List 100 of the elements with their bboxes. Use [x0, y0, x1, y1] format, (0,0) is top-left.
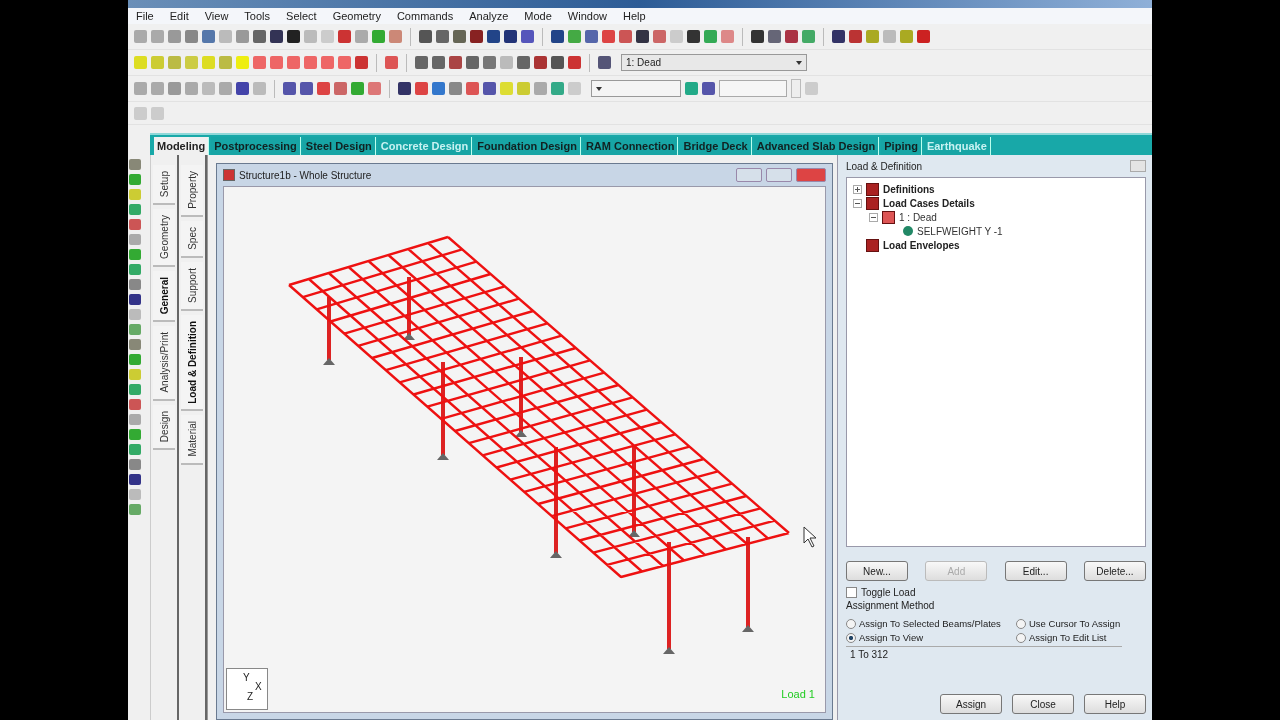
toolbar-icon[interactable] — [436, 30, 449, 43]
tree-item[interactable]: Load Cases Details — [883, 197, 975, 209]
toolbar-icon[interactable] — [129, 474, 141, 485]
load-case-dropdown[interactable]: 1: Dead — [621, 54, 807, 71]
tab[interactable]: Piping — [881, 137, 922, 155]
menu-item[interactable]: View — [196, 10, 237, 22]
tree-item[interactable]: Definitions — [883, 183, 935, 195]
toolbar-icon[interactable] — [398, 82, 411, 95]
toolbar-icon[interactable] — [449, 56, 462, 69]
menu-item[interactable]: Help — [614, 10, 654, 22]
side-tab[interactable]: Analysis/Print — [153, 326, 175, 401]
toolbar-icon[interactable] — [202, 30, 215, 43]
toolbar-icon[interactable] — [432, 82, 445, 95]
menu-item[interactable]: Geometry — [324, 10, 389, 22]
toolbar-icon[interactable] — [453, 30, 466, 43]
close-button[interactable] — [796, 168, 826, 182]
toolbar-icon[interactable] — [504, 30, 517, 43]
dialog-button[interactable]: Help — [1084, 694, 1146, 714]
toolbar-icon[interactable] — [687, 30, 700, 43]
tab[interactable]: Modeling — [154, 137, 210, 155]
toolbar-icon[interactable] — [129, 279, 141, 290]
tab[interactable]: Foundation Design — [474, 137, 581, 155]
toolbar-icon[interactable] — [129, 459, 141, 470]
toolbar-icon[interactable] — [129, 339, 141, 350]
toolbar-icon[interactable] — [636, 30, 649, 43]
toolbar-icon[interactable] — [129, 399, 141, 410]
radio-button[interactable] — [846, 632, 856, 643]
toolbar-icon[interactable] — [568, 56, 581, 69]
side-tab[interactable]: Setup — [153, 165, 175, 206]
toolbar-icon[interactable] — [432, 56, 445, 69]
menu-item[interactable]: Commands — [388, 10, 462, 22]
dialog-button[interactable]: Close — [1012, 694, 1074, 714]
toolbar-icon[interactable] — [283, 82, 296, 95]
side-tab[interactable]: General — [153, 271, 175, 323]
toolbar-icon[interactable] — [768, 30, 781, 43]
page-tab[interactable]: Load & Definition — [181, 314, 203, 412]
dropdown[interactable] — [591, 80, 681, 97]
menu-item[interactable]: File — [128, 10, 162, 22]
tree-item[interactable]: SELFWEIGHT Y -1 — [917, 225, 1003, 237]
menu-item[interactable]: Window — [559, 10, 615, 22]
menu-item[interactable]: Select — [278, 10, 325, 22]
toolbar-icon[interactable] — [849, 30, 862, 43]
menu-item[interactable]: Mode — [516, 10, 560, 22]
toolbar-icon[interactable] — [338, 30, 351, 43]
menu-item[interactable]: Edit — [161, 10, 197, 22]
side-tab[interactable]: Design — [153, 404, 175, 450]
toolbar-icon[interactable] — [702, 82, 715, 95]
toolbar-icon[interactable] — [785, 30, 798, 43]
action-button[interactable]: New... — [846, 561, 908, 581]
tab[interactable]: Postprocessing — [211, 137, 301, 155]
radio-button[interactable] — [1016, 618, 1026, 629]
maximize-button[interactable] — [766, 168, 792, 182]
toolbar-icon[interactable] — [483, 82, 496, 95]
toolbar-icon[interactable] — [517, 56, 530, 69]
tree-item[interactable]: Load Envelopes — [883, 239, 960, 251]
toolbar-icon[interactable] — [419, 30, 432, 43]
page-tab[interactable]: Material — [181, 415, 203, 465]
page-tab[interactable]: Support — [181, 261, 203, 311]
toolbar-icon[interactable] — [129, 219, 141, 230]
page-tab[interactable]: Spec — [181, 220, 203, 258]
collapse-icon[interactable] — [853, 198, 862, 208]
action-button[interactable]: Edit... — [1004, 561, 1067, 581]
toolbar-icon[interactable] — [270, 30, 283, 43]
radio-button[interactable] — [846, 618, 856, 629]
list-field[interactable]: 1 To 312 — [846, 646, 1122, 667]
toolbar-icon[interactable] — [129, 294, 141, 305]
toolbar-icon[interactable] — [534, 56, 547, 69]
toolbar-icon[interactable] — [129, 159, 141, 170]
toolbar-icon[interactable] — [917, 30, 930, 43]
toolbar-icon[interactable] — [521, 30, 534, 43]
radio-button[interactable] — [1016, 632, 1026, 643]
minimize-button[interactable] — [736, 168, 762, 182]
collapse-icon[interactable] — [869, 212, 878, 222]
menu-item[interactable]: Analyze — [461, 10, 517, 22]
toolbar-icon[interactable] — [551, 56, 564, 69]
toolbar-icon[interactable] — [832, 30, 845, 43]
input-field[interactable] — [719, 80, 787, 97]
page-tab[interactable]: Property — [181, 165, 203, 217]
close-button[interactable] — [1130, 160, 1146, 172]
toolbar-icon[interactable] — [355, 56, 368, 69]
toolbar-icon[interactable] — [300, 82, 313, 95]
toolbar-icon[interactable] — [236, 82, 249, 95]
menu-item[interactable]: Tools — [236, 10, 279, 22]
toolbar-icon[interactable] — [483, 56, 496, 69]
expand-icon[interactable] — [853, 184, 862, 194]
spin-button[interactable] — [791, 79, 801, 98]
toolbar-icon[interactable] — [287, 30, 300, 43]
toolbar-icon[interactable] — [487, 30, 500, 43]
checkbox[interactable] — [846, 587, 857, 598]
tree-item[interactable]: 1 : Dead — [899, 211, 937, 223]
toolbar-icon[interactable] — [551, 30, 564, 43]
dialog-button[interactable]: Assign — [940, 694, 1002, 714]
toolbar-icon[interactable] — [415, 56, 428, 69]
toolbar-icon[interactable] — [466, 56, 479, 69]
toolbar-icon[interactable] — [585, 30, 598, 43]
side-tab[interactable]: Geometry — [153, 209, 175, 268]
action-button[interactable]: Delete... — [1084, 561, 1146, 581]
toolbar-icon[interactable] — [598, 56, 611, 69]
toolbar-icon[interactable] — [751, 30, 764, 43]
toolbar-icon[interactable] — [253, 30, 266, 43]
